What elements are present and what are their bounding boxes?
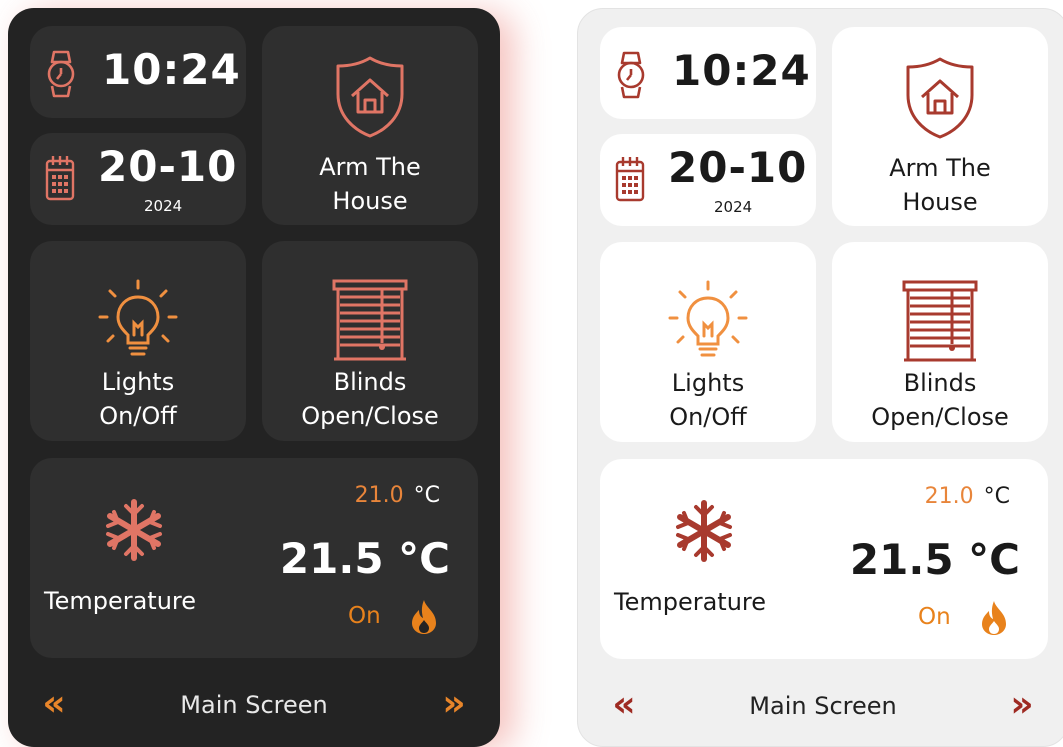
screen-title: Main Screen xyxy=(749,692,897,720)
blinds-label: Blinds Open/Close xyxy=(832,366,1048,434)
screen-stage: 10:24 20-10 2024 Arm The House Lights On… xyxy=(0,0,1063,747)
clock-card: 10:24 xyxy=(30,26,246,118)
temperature-card[interactable]: Temperature 21.0 °C 21.5 °C On xyxy=(30,458,478,658)
shield-home-icon xyxy=(336,56,404,138)
calendar-icon xyxy=(45,156,75,201)
watch-icon xyxy=(47,50,75,98)
light-bulb-icon xyxy=(98,279,178,356)
clock-time: 10:24 xyxy=(672,46,811,95)
blinds-label: Blinds Open/Close xyxy=(262,365,478,433)
blinds-label-line2: Open/Close xyxy=(301,402,439,430)
heating-status: On xyxy=(918,604,951,630)
temperature-card[interactable]: Temperature 21.0 °C 21.5 °C On xyxy=(600,459,1048,659)
temperature-setpoint: 21.0 °C xyxy=(925,483,1010,511)
current-temperature: 21.5 °C xyxy=(849,535,1020,584)
lights-label: Lights On/Off xyxy=(30,365,246,433)
setpoint-value: 21.0 xyxy=(924,484,974,509)
date-year: 2024 xyxy=(144,197,183,215)
setpoint-unit: °C xyxy=(983,484,1010,509)
temperature-setpoint: 21.0 °C xyxy=(355,482,440,510)
lights-label-line1: Lights xyxy=(671,369,745,397)
flame-icon xyxy=(412,600,436,634)
blinds-icon xyxy=(332,279,408,361)
lights-toggle-button[interactable]: Lights On/Off xyxy=(30,241,246,441)
dark-theme-panel: 10:24 20-10 2024 Arm The House Lights On… xyxy=(8,8,500,747)
shield-home-icon xyxy=(906,57,974,139)
date-day-month: 20-10 xyxy=(668,143,808,192)
current-temperature: 21.5 °C xyxy=(279,534,450,583)
blinds-icon xyxy=(902,280,978,362)
blinds-label-line2: Open/Close xyxy=(871,403,1009,431)
flame-icon xyxy=(982,601,1006,635)
next-screen-button[interactable]: » xyxy=(1000,685,1044,725)
arm-label-line1: Arm The xyxy=(889,154,991,182)
clock-time: 10:24 xyxy=(102,45,241,94)
blinds-toggle-button[interactable]: Blinds Open/Close xyxy=(832,242,1048,442)
footer-nav: « Main Screen » xyxy=(578,679,1063,731)
blinds-label-line1: Blinds xyxy=(903,369,977,397)
footer-nav: « Main Screen » xyxy=(8,678,500,730)
temperature-label: Temperature xyxy=(44,587,197,615)
lights-label-line1: Lights xyxy=(101,368,175,396)
blinds-label-line1: Blinds xyxy=(333,368,407,396)
arm-house-label: Arm The House xyxy=(832,151,1048,219)
lights-toggle-button[interactable]: Lights On/Off xyxy=(600,242,816,442)
snowflake-icon xyxy=(676,500,732,562)
date-year: 2024 xyxy=(714,198,753,216)
next-screen-button[interactable]: » xyxy=(432,684,476,724)
light-bulb-icon xyxy=(668,280,748,357)
date-card: 20-10 2024 xyxy=(30,133,246,225)
clock-card: 10:24 xyxy=(600,27,816,119)
lights-label-line2: On/Off xyxy=(669,403,747,431)
setpoint-value: 21.0 xyxy=(354,483,404,508)
arm-house-button[interactable]: Arm The House xyxy=(262,26,478,225)
screen-title: Main Screen xyxy=(180,691,328,719)
lights-label-line2: On/Off xyxy=(99,402,177,430)
heating-status: On xyxy=(348,603,381,629)
temperature-label: Temperature xyxy=(614,588,767,616)
arm-label-line1: Arm The xyxy=(319,153,421,181)
arm-label-line2: House xyxy=(332,187,408,215)
arm-house-label: Arm The House xyxy=(262,150,478,218)
date-card: 20-10 2024 xyxy=(600,134,816,226)
lights-label: Lights On/Off xyxy=(600,366,816,434)
arm-label-line2: House xyxy=(902,188,978,216)
date-day-month: 20-10 xyxy=(98,142,238,191)
calendar-icon xyxy=(615,157,645,202)
watch-icon xyxy=(617,51,645,99)
snowflake-icon xyxy=(106,499,162,561)
arm-house-button[interactable]: Arm The House xyxy=(832,27,1048,226)
setpoint-unit: °C xyxy=(413,483,440,508)
blinds-toggle-button[interactable]: Blinds Open/Close xyxy=(262,241,478,441)
light-theme-panel: 10:24 20-10 2024 Arm The House Lights On… xyxy=(577,8,1063,747)
